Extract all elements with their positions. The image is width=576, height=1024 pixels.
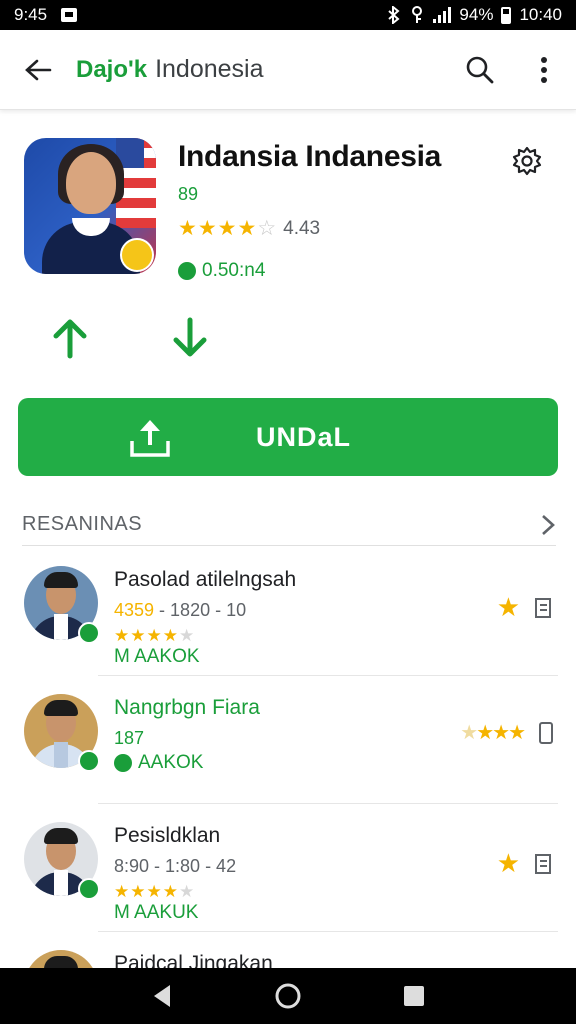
list-item-subtitle: 8:90 - 1:80 - 42 — [114, 856, 237, 876]
verified-badge-icon — [78, 878, 100, 900]
install-button-label: UNDaL — [256, 421, 352, 452]
navigation-bar — [0, 968, 576, 1024]
nav-back-icon[interactable] — [150, 983, 174, 1009]
nav-recents-icon[interactable] — [402, 984, 426, 1008]
bluetooth-icon — [388, 6, 400, 24]
notification-icon — [61, 8, 78, 22]
status-time: 9:45 — [14, 5, 48, 24]
upvote-arrow-icon[interactable] — [48, 316, 92, 360]
search-button[interactable] — [448, 30, 512, 110]
reviewer-list: Pasolad atilelngsah 4359 - 1820 - 10 ★★★… — [0, 548, 576, 968]
rating-value: 4.43 — [283, 217, 321, 239]
rating-stars: ★★★★☆ — [178, 217, 278, 240]
app-subtitle: 89 — [178, 184, 199, 204]
app-bar-brand: Dajo'k Indonesia — [76, 55, 264, 84]
search-icon — [466, 56, 494, 83]
star-icon[interactable]: ★ — [497, 848, 520, 879]
nav-home-icon[interactable] — [274, 982, 302, 1010]
phone-icon[interactable] — [538, 721, 554, 745]
list-icon[interactable] — [534, 852, 554, 876]
list-item-name: Pasolad atilelngsah — [114, 568, 297, 591]
verified-badge-icon — [78, 750, 100, 772]
status-clock: 10:40 — [519, 5, 562, 24]
more-options-button[interactable] — [512, 30, 576, 110]
section-header[interactable]: RESANINAS — [22, 504, 556, 546]
list-item-subtitle: 187 — [114, 728, 145, 748]
battery-icon — [501, 6, 512, 24]
downvote-arrow-icon[interactable] — [168, 316, 212, 360]
list-item-tag: M AAKOK — [114, 646, 200, 667]
list-item-stars: ★★★★★ — [114, 882, 196, 901]
app-bar: Dajo'k Indonesia — [0, 30, 576, 110]
back-button[interactable] — [0, 30, 76, 110]
settings-button[interactable] — [510, 144, 544, 183]
key-icon — [412, 6, 423, 23]
app-meta-text: 0.50:n4 — [202, 260, 266, 281]
star-rating-icon[interactable]: ★★★★ — [460, 720, 526, 745]
battery-percent: 94% — [459, 5, 494, 24]
list-item[interactable]: Pasolad atilelngsah 4359 - 1820 - 10 ★★★… — [0, 548, 576, 676]
app-icon — [24, 138, 156, 274]
back-arrow-icon — [25, 59, 52, 80]
list-item[interactable]: Pesisldklan 8:90 - 1:80 - 42 ★★★★★ M AAK… — [0, 804, 576, 932]
verified-icon — [178, 262, 196, 280]
list-item-tag: M AAKUK — [114, 902, 199, 923]
list-item-tag: AAKOK — [114, 752, 203, 774]
list-item-name: Nangrbgn Fiara — [114, 696, 260, 719]
app-header: Indansia Indanesia 89 ★★★★☆ 4.43 0.50:n4 — [24, 138, 554, 288]
app-bar-title: Indonesia — [155, 55, 264, 83]
list-icon[interactable] — [534, 596, 554, 620]
upload-icon — [130, 420, 170, 457]
verified-icon — [114, 754, 132, 772]
list-item[interactable]: Nangrbgn Fiara 187 AAKOK ★★★★ — [0, 676, 576, 804]
list-item-name: Paidcal Jingakan — [114, 952, 273, 968]
vote-row — [48, 316, 212, 360]
chevron-right-icon — [542, 514, 555, 535]
gear-icon — [512, 146, 542, 176]
app-rating: ★★★★☆ 4.43 — [178, 216, 320, 241]
app-title: Indansia Indanesia — [178, 140, 442, 173]
list-item-name: Pesisldklan — [114, 824, 221, 847]
list-item-stars: ★★★★★ — [114, 626, 196, 645]
signal-icon — [433, 7, 452, 23]
section-title: RESANINAS — [22, 513, 143, 535]
app-meta: 0.50:n4 — [178, 260, 265, 282]
badge-icon — [120, 238, 154, 272]
list-item-subtitle: 4359 - 1820 - 10 — [114, 600, 247, 620]
list-item[interactable]: Paidcal Jingakan — [0, 932, 576, 968]
brand-logo: Dajo'k — [76, 56, 148, 83]
install-button[interactable]: UNDaL — [18, 398, 558, 476]
more-vert-icon — [541, 56, 547, 83]
status-bar: 9:45 94% 10:40 — [0, 0, 576, 30]
verified-badge-icon — [78, 622, 100, 644]
avatar — [24, 950, 98, 968]
star-icon[interactable]: ★ — [497, 592, 520, 623]
